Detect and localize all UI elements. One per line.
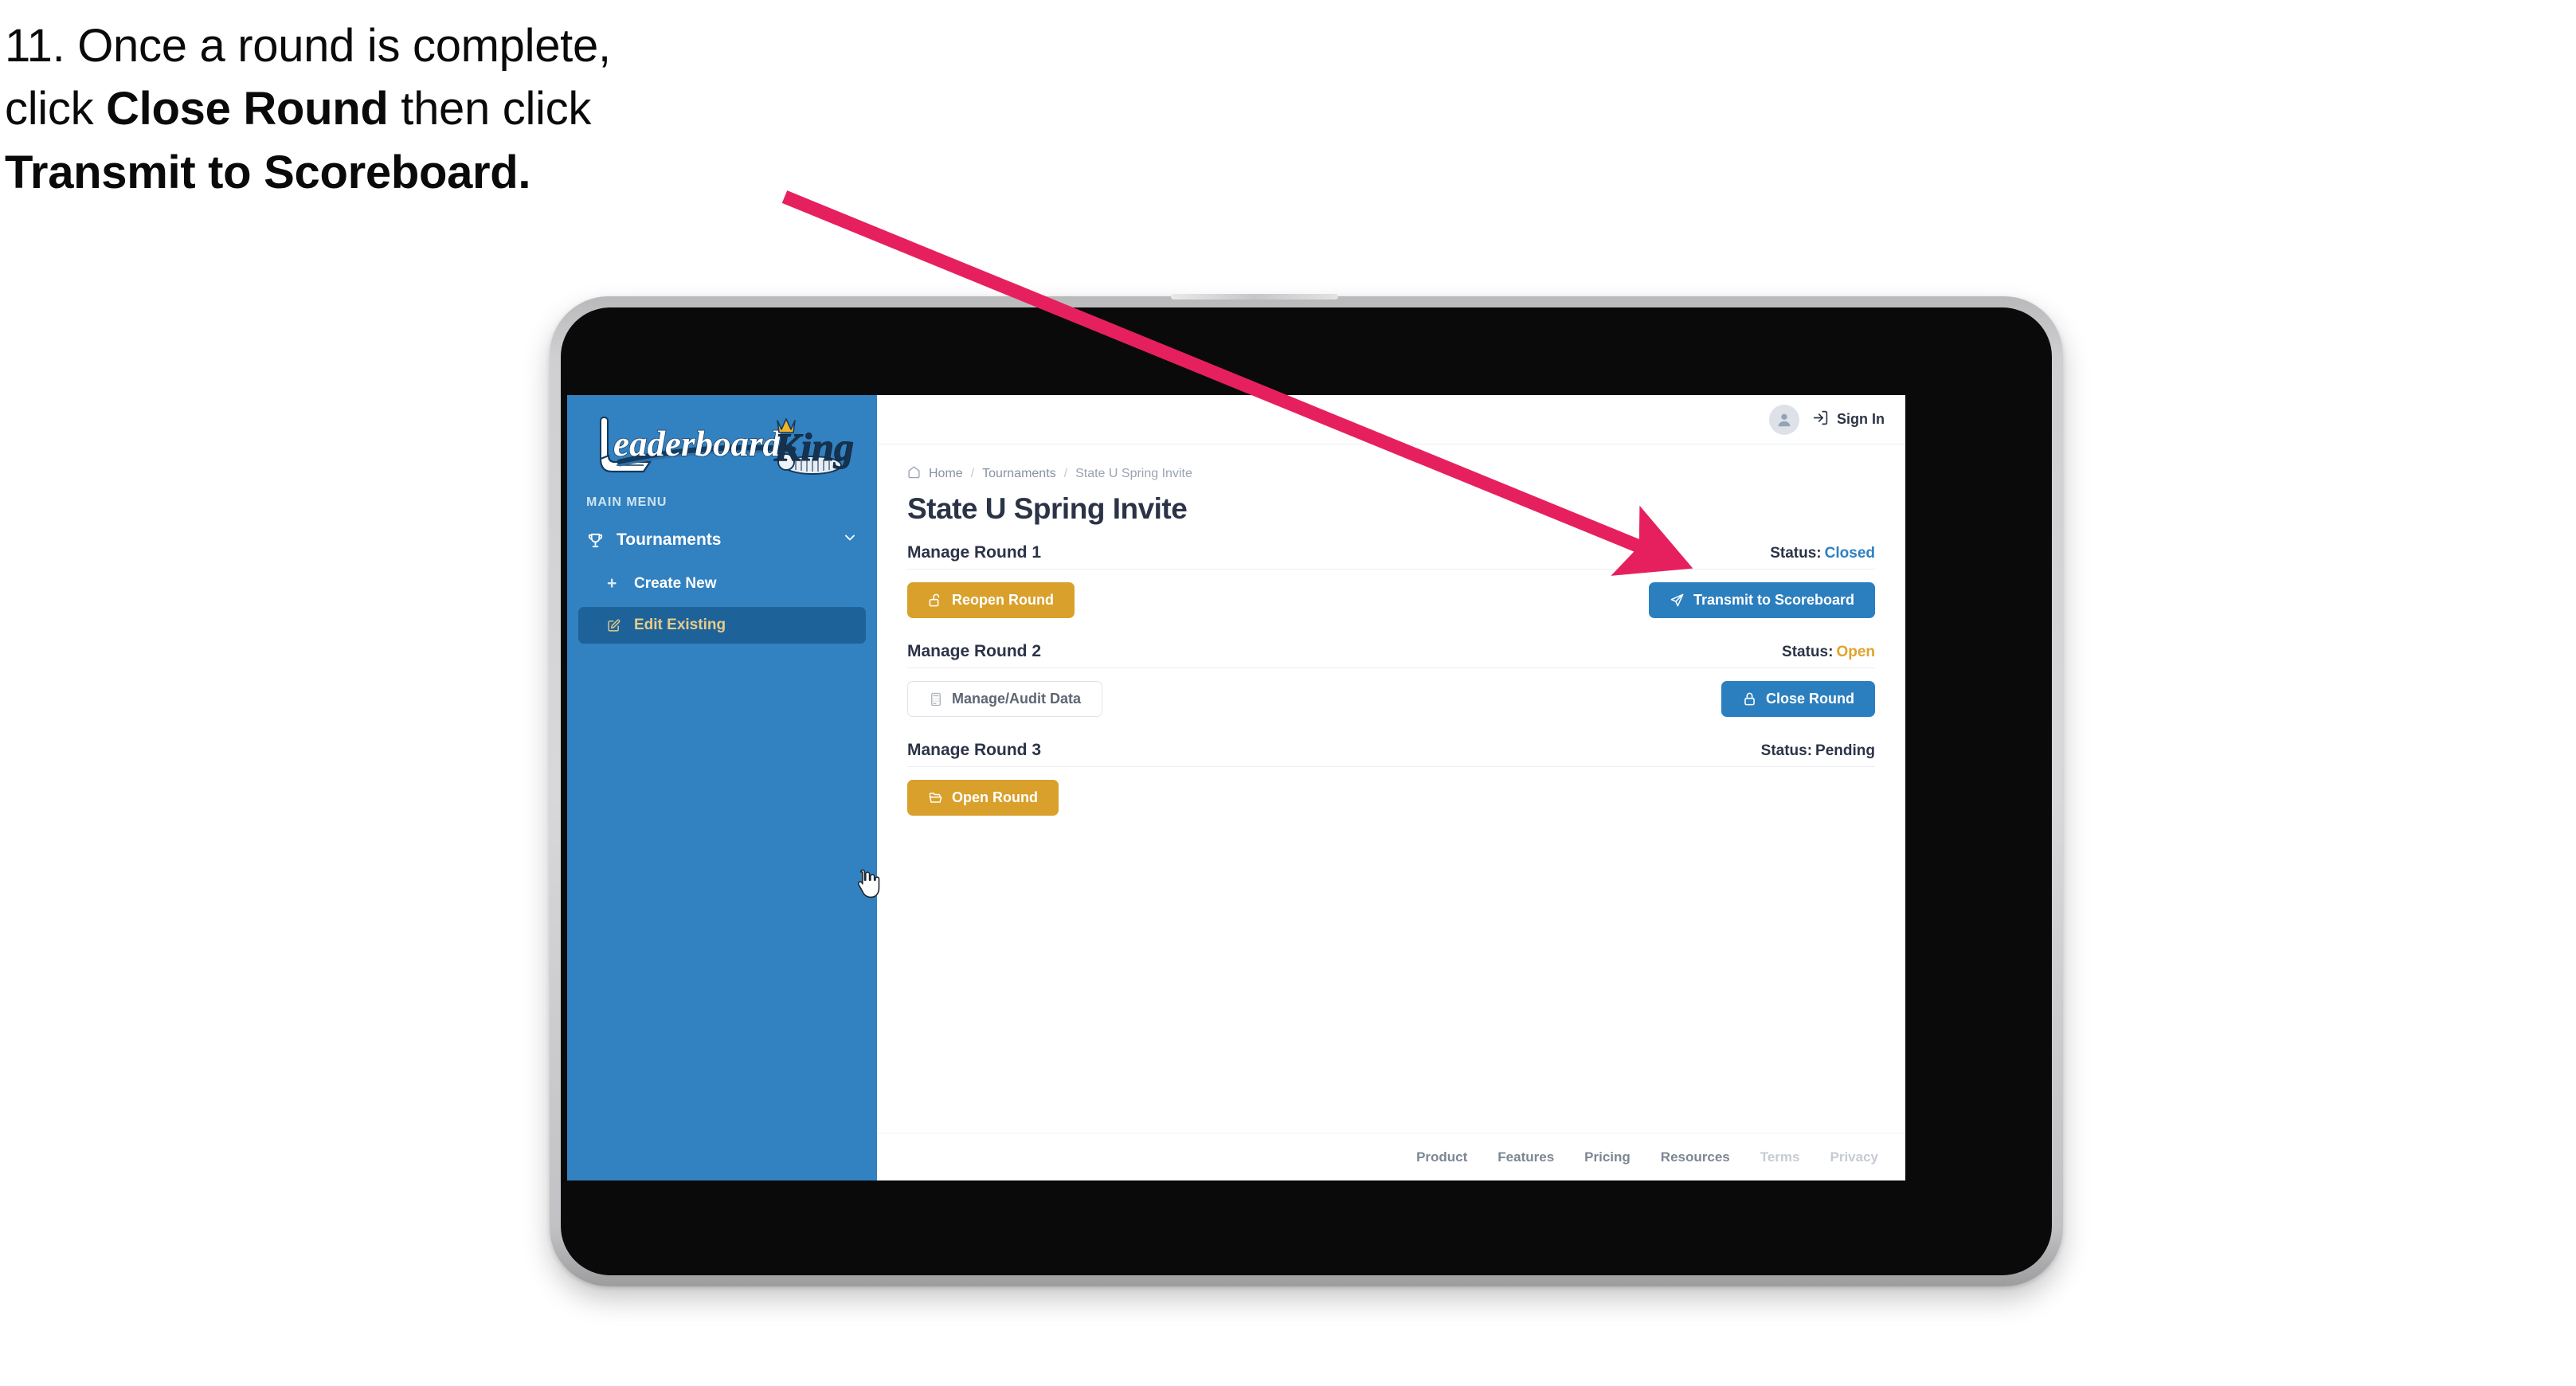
footer-link-privacy[interactable]: Privacy [1830,1149,1879,1165]
round-block-2: Manage Round 2 Status: Open Manage/Audit… [907,642,1875,717]
footer-link-pricing[interactable]: Pricing [1584,1149,1631,1165]
breadcrumb-separator-2: / [1063,467,1068,480]
content-area: Home / Tournaments / State U Spring Invi… [877,444,1905,1133]
app-screen: eaderboard King MAIN MENU Tournaments + … [567,395,1905,1180]
round-2-status-value: Open [1836,644,1875,660]
home-icon[interactable] [907,465,921,483]
sidebar-item-create-new[interactable]: + Create New [578,566,866,602]
app-logo[interactable]: eaderboard King [567,395,877,489]
open-round-button[interactable]: Open Round [907,780,1059,816]
trophy-icon [586,531,610,550]
sidebar: eaderboard King MAIN MENU Tournaments + … [567,395,877,1180]
close-round-button[interactable]: Close Round [1721,681,1875,717]
round-3-actions: Open Round [907,780,1875,816]
round-2-name: Manage Round 2 [907,642,1042,660]
instruction-line-3: Transmit to Scoreboard. [5,141,897,204]
svg-text:King: King [773,425,854,469]
round-3-status-label: Status: [1760,742,1813,759]
edit-pencil-icon [607,619,634,632]
instruction-line-2-pre: click [5,83,107,135]
tablet-top-notch [1171,294,1338,300]
breadcrumb-separator-1: / [970,467,975,480]
round-2-status: Status: Open [1782,644,1875,661]
close-round-label: Close Round [1766,691,1854,707]
user-avatar-icon[interactable] [1769,404,1799,435]
calculator-icon [929,692,943,707]
instruction-transmit-bold: Transmit to Scoreboard. [5,146,531,198]
round-1-actions: Reopen Round Transmit to Scoreboard [907,582,1875,618]
page-title: State U Spring Invite [907,492,1188,525]
round-3-header: Manage Round 3 Status: Pending [907,741,1875,767]
sidebar-item-tournaments-label: Tournaments [617,531,722,549]
sidebar-item-edit-existing[interactable]: Edit Existing [578,607,866,644]
footer-link-product[interactable]: Product [1416,1149,1467,1165]
main-panel: Sign In Home / Tournaments / State U Spr… [877,395,1905,1180]
top-bar: Sign In [877,395,1905,444]
unlock-icon [928,593,943,608]
transmit-to-scoreboard-button[interactable]: Transmit to Scoreboard [1648,582,1875,618]
round-2-actions: Manage/Audit Data Close Round [907,681,1875,717]
round-1-status-value: Closed [1824,545,1875,562]
sidebar-item-tournaments[interactable]: Tournaments [575,519,869,561]
open-round-label: Open Round [952,789,1038,805]
screenshot-root: 11. Once a round is complete, click Clos… [0,0,2576,1386]
instruction-line-1: 11. Once a round is complete, [5,20,611,72]
round-3-name: Manage Round 3 [907,741,1042,759]
instruction-close-round-bold: Close Round [106,83,389,135]
round-1-status-label: Status: [1770,545,1822,562]
footer-link-resources[interactable]: Resources [1661,1149,1730,1165]
leaderboard-king-logo-svg: eaderboard King [599,417,855,475]
round-1-header: Manage Round 1 Status: Closed [907,543,1875,570]
round-block-3: Manage Round 3 Status: Pending Open Roun… [907,741,1875,816]
mouse-cursor-pointer-hand [857,869,880,899]
footer-link-terms[interactable]: Terms [1760,1149,1800,1165]
round-2-header: Manage Round 2 Status: Open [907,642,1875,668]
chevron-down-icon[interactable] [842,530,858,550]
round-3-status-value: Pending [1815,742,1875,759]
manage-audit-data-button[interactable]: Manage/Audit Data [907,681,1103,717]
instruction-caption: 11. Once a round is complete, click Clos… [5,14,897,204]
round-1-status: Status: Closed [1770,545,1875,562]
footer: Product Features Pricing Resources Terms… [877,1133,1905,1180]
sign-in-arrow-icon [1812,409,1829,430]
round-block-1: Manage Round 1 Status: Closed Reopen Rou… [907,543,1875,618]
paper-plane-icon [1670,593,1685,608]
instruction-line-2: click Close Round then click [5,77,897,140]
sidebar-item-create-new-label: Create New [634,575,717,592]
breadcrumb-item-tournaments[interactable]: Tournaments [982,467,1056,481]
sign-in-button[interactable]: Sign In [1812,409,1885,430]
breadcrumb: Home / Tournaments / State U Spring Invi… [907,465,1875,483]
footer-link-features[interactable]: Features [1497,1149,1554,1165]
breadcrumb-item-current: State U Spring Invite [1075,467,1192,480]
instruction-line-2-post: then click [388,83,592,135]
svg-text:eaderboard: eaderboard [613,424,781,464]
breadcrumb-item-home[interactable]: Home [929,467,963,481]
round-2-status-label: Status: [1782,644,1834,660]
plus-icon: + [607,574,617,593]
sign-in-label: Sign In [1837,411,1885,427]
sidebar-item-edit-existing-label: Edit Existing [634,617,726,633]
transmit-to-scoreboard-label: Transmit to Scoreboard [1693,592,1854,608]
sidebar-section-label: MAIN MENU [586,495,667,509]
round-3-status: Status: Pending [1761,742,1875,760]
manage-audit-data-label: Manage/Audit Data [952,691,1082,707]
reopen-round-label: Reopen Round [952,592,1054,608]
reopen-round-button[interactable]: Reopen Round [907,582,1075,618]
folder-open-icon [928,790,943,805]
round-1-name: Manage Round 1 [907,543,1042,562]
lock-icon [1742,691,1757,707]
